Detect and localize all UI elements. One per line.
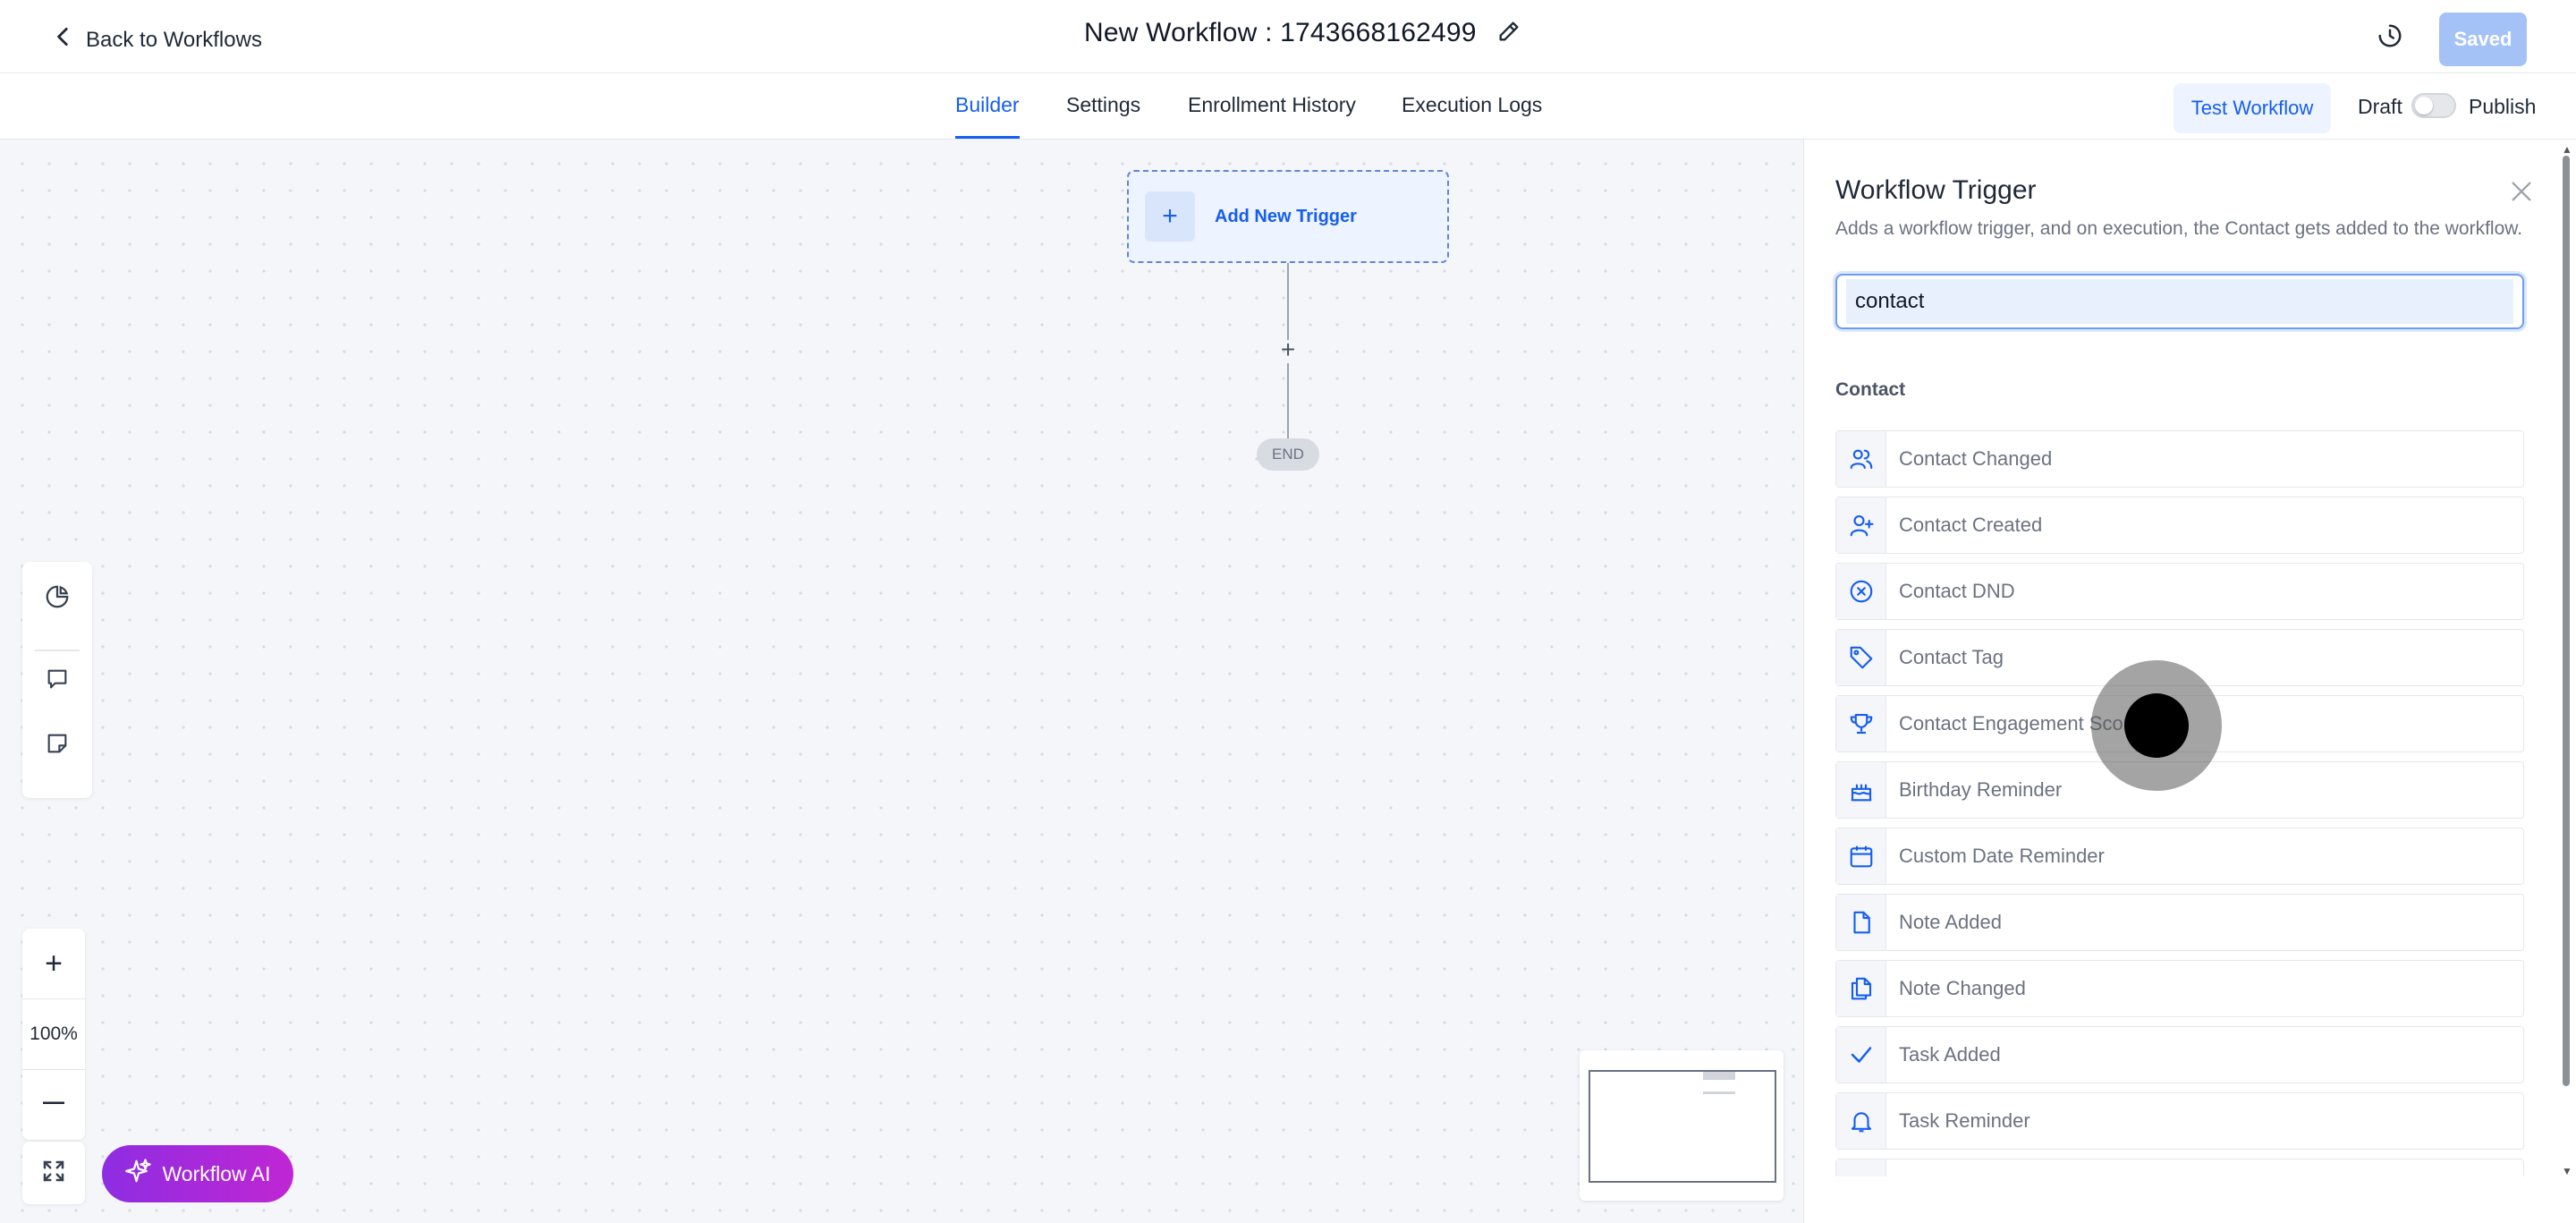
- tab-builder[interactable]: Builder: [955, 93, 1020, 139]
- history-clock-icon: [2377, 22, 2403, 54]
- cake-icon: [1836, 762, 1886, 818]
- publish-label: Publish: [2469, 95, 2537, 118]
- zoom-in-button[interactable]: +: [22, 932, 85, 995]
- trigger-item-label: Contact Changed: [1899, 447, 2053, 470]
- fit-view-button[interactable]: [22, 1142, 85, 1204]
- trigger-item-partial[interactable]: [1835, 1159, 2524, 1176]
- files-icon: [1836, 961, 1886, 1016]
- list-icon: [1836, 1159, 1886, 1176]
- saved-button[interactable]: Saved: [2439, 13, 2527, 66]
- trigger-item-custom-date-reminder[interactable]: Custom Date Reminder: [1835, 828, 2524, 885]
- trigger-item-contact-dnd[interactable]: Contact DND: [1835, 563, 2524, 620]
- tag-icon: [1836, 630, 1886, 685]
- canvas-minimap[interactable]: [1580, 1050, 1784, 1201]
- workflow-title-group: New Workflow : 1743668162499: [1084, 18, 1521, 48]
- back-label: Back to Workflows: [86, 27, 262, 52]
- trigger-search-field[interactable]: [1835, 274, 2524, 329]
- add-step-plus-icon[interactable]: +: [1276, 335, 1300, 363]
- tab-execution-logs[interactable]: Execution Logs: [1402, 93, 1542, 117]
- add-new-trigger-node[interactable]: + Add New Trigger: [1127, 170, 1449, 263]
- tab-settings[interactable]: Settings: [1066, 93, 1140, 117]
- add-new-trigger-label: Add New Trigger: [1215, 206, 1357, 226]
- minimap-node: [1703, 1072, 1735, 1080]
- test-workflow-button[interactable]: Test Workflow: [2174, 83, 2331, 133]
- workflow-canvas[interactable]: + Add New Trigger + END + 100% Workflow …: [0, 140, 1803, 1223]
- top-bar: Back to Workflows New Workflow : 1743668…: [0, 0, 2576, 73]
- minimap-viewport[interactable]: [1589, 1070, 1776, 1183]
- zoom-controls: + 100%: [22, 929, 85, 1140]
- trigger-item-task-reminder[interactable]: Task Reminder: [1835, 1092, 2524, 1150]
- minimap-node: [1703, 1091, 1735, 1094]
- panel-description: Adds a workflow trigger, and on executio…: [1835, 218, 2523, 239]
- group-label-contact: Contact: [1835, 379, 1906, 400]
- trigger-item-label: Custom Date Reminder: [1899, 845, 2105, 867]
- scroll-down-arrow-icon[interactable]: ▼: [2562, 1165, 2572, 1177]
- trigger-item-label: Contact Tag: [1899, 646, 2004, 668]
- bell-icon: [1836, 1093, 1886, 1149]
- trigger-item-label: Birthday Reminder: [1899, 778, 2063, 801]
- trigger-item-label: Task Reminder: [1899, 1109, 2030, 1132]
- edit-pencil-icon[interactable]: [1496, 19, 1521, 48]
- tab-bar: Builder Settings Enrollment History Exec…: [0, 73, 2576, 140]
- trigger-item-note-changed[interactable]: Note Changed: [1835, 960, 2524, 1017]
- canvas-side-toolbar: [22, 562, 92, 798]
- sparkle-icon: [124, 1158, 152, 1190]
- trophy-icon: [1836, 696, 1886, 752]
- user-plus-icon: [1836, 497, 1886, 553]
- panel-title: Workflow Trigger: [1835, 175, 2037, 205]
- trigger-item-label: Task Added: [1899, 1043, 2001, 1066]
- x-circle-icon: [1836, 564, 1886, 619]
- users-icon: [1836, 431, 1886, 487]
- trigger-item-label: Note Changed: [1899, 977, 2026, 999]
- chevron-left-icon: [52, 23, 75, 56]
- trigger-item-note-added[interactable]: Note Added: [1835, 894, 2524, 951]
- trigger-search-input[interactable]: [1846, 279, 2513, 324]
- connector-line: [1287, 363, 1289, 440]
- history-button[interactable]: [2372, 20, 2408, 55]
- trigger-item-contact-created[interactable]: Contact Created: [1835, 497, 2524, 554]
- trigger-item-task-added[interactable]: Task Added: [1835, 1026, 2524, 1083]
- publish-toggle[interactable]: [2411, 93, 2456, 118]
- pie-chart-icon[interactable]: [44, 583, 71, 610]
- scroll-up-arrow-icon[interactable]: ▲: [2562, 143, 2572, 156]
- pointer-cursor-indicator: [2091, 660, 2222, 791]
- workflow-title: New Workflow : 1743668162499: [1084, 18, 1477, 47]
- calendar-icon: [1836, 828, 1886, 884]
- toggle-knob: [2415, 97, 2433, 115]
- trigger-item-label: Contact Created: [1899, 514, 2043, 536]
- tab-enrollment-history[interactable]: Enrollment History: [1188, 93, 1356, 117]
- workflow-ai-label: Workflow AI: [162, 1161, 271, 1185]
- trigger-list: Contact Changed Contact Created Contact …: [1835, 430, 2524, 1176]
- comment-icon[interactable]: [44, 666, 71, 692]
- file-icon: [1836, 895, 1886, 950]
- connector-line: [1287, 263, 1289, 340]
- back-to-workflows-link[interactable]: Back to Workflows: [52, 23, 262, 56]
- trigger-item-label: Contact DND: [1899, 580, 2015, 602]
- toolbar-divider: [35, 650, 80, 651]
- scrollbar-thumb[interactable]: [2563, 156, 2570, 1086]
- panel-scrollbar[interactable]: ▲ ▼: [2560, 143, 2572, 1181]
- end-node: END: [1257, 438, 1319, 471]
- workflow-ai-button[interactable]: Workflow AI: [102, 1145, 293, 1202]
- sticky-note-icon[interactable]: [44, 730, 71, 757]
- zoom-level: 100%: [22, 998, 85, 1070]
- zoom-out-button[interactable]: [22, 1072, 85, 1134]
- close-icon[interactable]: [2509, 179, 2534, 204]
- expand-icon: [40, 1158, 67, 1189]
- draft-label: Draft: [2358, 95, 2402, 118]
- cursor-dot: [2124, 693, 2189, 758]
- plus-icon: +: [1145, 191, 1195, 242]
- check-icon: [1836, 1027, 1886, 1083]
- trigger-item-label: Note Added: [1899, 911, 2002, 933]
- trigger-item-contact-changed[interactable]: Contact Changed: [1835, 430, 2524, 488]
